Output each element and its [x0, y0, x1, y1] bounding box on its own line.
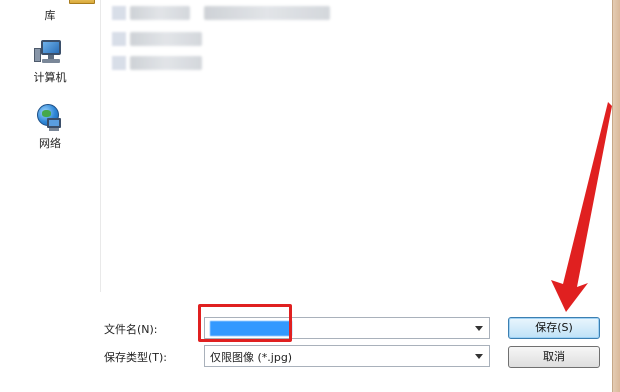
- sidebar-item-library[interactable]: 库: [0, 0, 100, 23]
- computer-icon: [33, 38, 67, 66]
- file-icon: [112, 56, 126, 70]
- window-edge: [612, 0, 620, 392]
- file-icon: [112, 32, 126, 46]
- chevron-down-icon[interactable]: [471, 320, 487, 336]
- save-form: [0, 292, 612, 392]
- save-file-dialog: 库 计算机 网络 文件名(N): 保存类型(T): 仅限图像 (*.jpg) 保…: [0, 0, 620, 392]
- sidebar-item-network[interactable]: 网络: [0, 104, 100, 151]
- sidebar-item-label: 计算机: [33, 71, 67, 84]
- filename-label: 文件名(N):: [104, 323, 158, 336]
- library-icon: [33, 0, 95, 4]
- list-item[interactable]: [112, 32, 212, 46]
- highlight-annotation: [198, 304, 292, 342]
- sidebar-item-computer[interactable]: 计算机: [0, 38, 100, 85]
- network-icon: [33, 104, 67, 132]
- navigation-sidebar: 库 计算机 网络: [0, 0, 100, 292]
- chevron-down-icon[interactable]: [471, 348, 487, 364]
- file-list[interactable]: [100, 0, 606, 292]
- list-item[interactable]: [112, 6, 330, 20]
- cancel-button[interactable]: 取消: [508, 346, 600, 368]
- save-button[interactable]: 保存(S): [508, 317, 600, 339]
- sidebar-item-label: 库: [44, 9, 56, 22]
- filetype-select[interactable]: 仅限图像 (*.jpg): [204, 345, 490, 367]
- filetype-label: 保存类型(T):: [104, 351, 168, 364]
- file-icon: [112, 6, 126, 20]
- list-item[interactable]: [112, 56, 212, 70]
- sidebar-item-label: 网络: [39, 137, 61, 150]
